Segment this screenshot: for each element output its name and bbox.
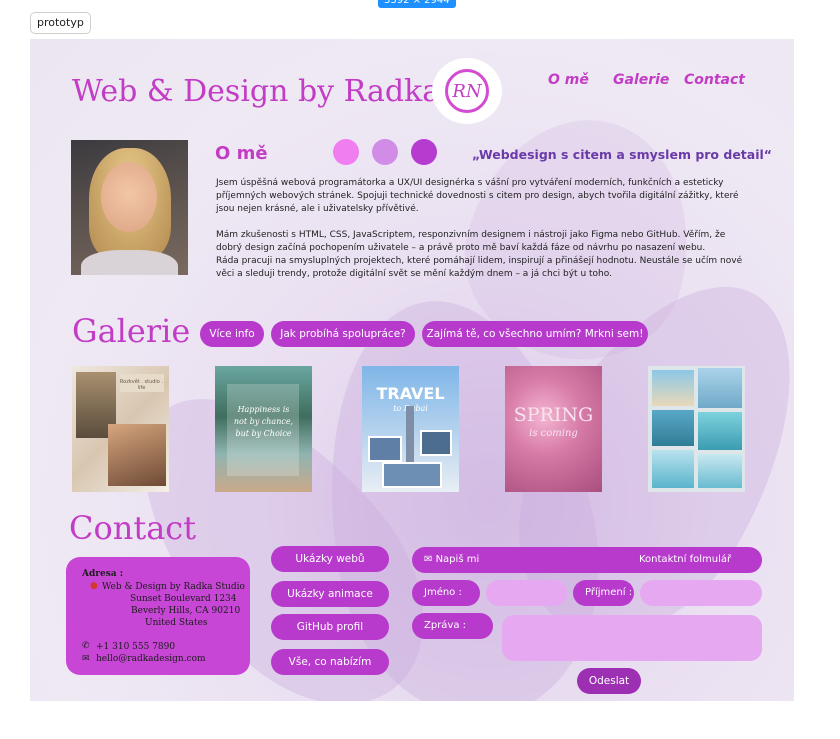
- logo-monogram: RN: [445, 69, 489, 113]
- color-dot-pink[interactable]: [333, 139, 359, 165]
- gallery-thumb-spring[interactable]: SPRING is coming: [505, 366, 602, 492]
- nav-about[interactable]: O mě: [548, 72, 589, 88]
- thumb-photo: [382, 462, 442, 488]
- message-input[interactable]: [502, 615, 762, 661]
- nav-gallery[interactable]: Galerie: [613, 72, 669, 88]
- form-title: Kontaktní folmulář: [639, 554, 732, 565]
- profile-photo: [71, 140, 188, 275]
- message-label: Zpráva :: [412, 613, 493, 639]
- skills-button[interactable]: Zajímá tě, co všechno umím? Mrkni sem!: [422, 321, 648, 347]
- about-paragraph: Mám zkušenosti s HTML, CSS, JavaScriptem…: [216, 230, 726, 253]
- email-link[interactable]: hello@radkadesign.com: [96, 654, 206, 664]
- photo-shirt: [81, 250, 178, 275]
- address-line: Sunset Boulevard 1234: [130, 594, 237, 604]
- thumb-caption: Rozkvět . studio . life: [119, 379, 164, 391]
- collaboration-button[interactable]: Jak probíhá spolupráce?: [271, 321, 415, 347]
- submit-button[interactable]: Odeslat: [577, 668, 641, 694]
- surname-input[interactable]: [640, 580, 762, 606]
- about-heading: O mě: [215, 143, 268, 164]
- thumb-photo: [698, 368, 742, 408]
- gallery-heading: Galerie: [72, 312, 191, 350]
- prototype-frame: Web & Design by Radka RN O mě Galerie Co…: [30, 39, 794, 701]
- phone-icon: ✆: [82, 641, 90, 651]
- thumb-photo: [420, 430, 452, 456]
- thumb-photo: [652, 410, 694, 446]
- all-services-button[interactable]: Vše, co nabízím: [271, 649, 389, 675]
- thumb-photo: [652, 450, 694, 488]
- thumb-photo: [698, 412, 742, 450]
- gallery-thumb-happiness[interactable]: Happiness is not by chance, but by Choic…: [215, 366, 312, 492]
- web-samples-button[interactable]: Ukázky webů: [271, 546, 389, 572]
- address-pin-icon: ●: [90, 581, 98, 591]
- thumb-photo: [108, 424, 166, 486]
- phone-number[interactable]: +1 310 555 7890: [96, 642, 175, 652]
- address-line: Web & Design by Radka Studio: [102, 582, 245, 592]
- color-dot-purple[interactable]: [411, 139, 437, 165]
- address-card: Adresa : ● Web & Design by Radka Studio …: [66, 557, 250, 675]
- address-label: Adresa :: [82, 569, 124, 579]
- frame-label[interactable]: prototyp: [30, 12, 91, 34]
- write-me-label: Napiš mi: [435, 554, 480, 565]
- mail-icon: ✉: [82, 654, 90, 664]
- gallery-thumb-travel[interactable]: TRAVEL to Dubai: [362, 366, 459, 492]
- thumb-photo: [698, 454, 742, 488]
- dimension-badge: 3392 × 2944: [378, 0, 456, 8]
- name-field[interactable]: [486, 580, 567, 606]
- about-paragraph: Jsem úspěšná webová programátorka a UX/U…: [216, 178, 739, 214]
- github-profile-button[interactable]: GitHub profil: [271, 614, 389, 640]
- gallery-thumb-beach[interactable]: [648, 366, 745, 492]
- color-dot-lilac[interactable]: [372, 139, 398, 165]
- address-line: Beverly Hills, CA 90210: [131, 606, 241, 616]
- thumb-photo: [368, 436, 402, 462]
- mail-send-icon: ✉: [424, 554, 433, 565]
- logo[interactable]: RN: [432, 58, 502, 124]
- thumb-caption: SPRING: [513, 404, 594, 426]
- about-paragraph: Ráda pracuji na smysluplných projektech,…: [216, 256, 743, 279]
- nav-contact[interactable]: Contact: [684, 72, 745, 88]
- photo-face: [101, 162, 157, 232]
- surname-field[interactable]: [640, 580, 762, 606]
- name-label: Jméno :: [412, 580, 480, 606]
- surname-label: Příjmení :: [573, 580, 634, 606]
- more-info-button[interactable]: Více info: [200, 321, 264, 347]
- canvas: prototyp 3392 × 2944 Web & Design by Rad…: [0, 0, 840, 739]
- thumb-caption: TRAVEL: [376, 384, 445, 403]
- tagline-quote: „Webdesign s citem a smyslem pro detail“: [472, 147, 772, 162]
- site-title: Web & Design by Radka: [72, 74, 441, 109]
- gallery-thumb-photographer[interactable]: Rozkvět . studio . life: [72, 366, 169, 492]
- thumb-caption: Happiness is not by chance, but by Choic…: [233, 405, 294, 438]
- animation-samples-button[interactable]: Ukázky animace: [271, 581, 389, 607]
- name-input[interactable]: [486, 580, 567, 606]
- contact-heading: Contact: [69, 509, 197, 547]
- message-field[interactable]: [502, 615, 762, 661]
- thumb-photo: [652, 370, 694, 406]
- address-line: United States: [145, 618, 208, 628]
- thumb-subcaption: is coming: [529, 428, 578, 439]
